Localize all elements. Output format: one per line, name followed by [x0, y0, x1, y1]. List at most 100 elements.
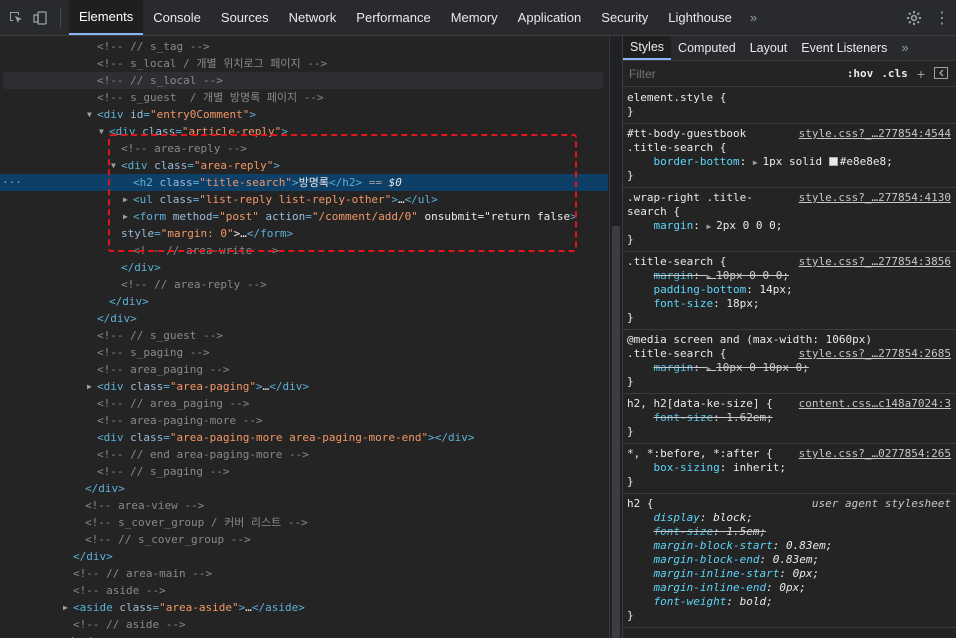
kebab-menu-icon[interactable]: ⋮ [928, 8, 956, 27]
tab-lighthouse[interactable]: Lighthouse [658, 0, 742, 35]
collapsed-triangle-icon[interactable]: ▶ [63, 599, 73, 616]
dom-comment-node[interactable]: <!-- // area-reply --> [0, 276, 608, 293]
dom-element-node[interactable]: </div> [0, 310, 608, 327]
tab-security[interactable]: Security [591, 0, 658, 35]
dom-comment-node[interactable]: <!-- area-reply --> [0, 140, 608, 157]
tab-console[interactable]: Console [143, 0, 211, 35]
dom-comment-node[interactable]: <!-- // s_local --> [3, 72, 603, 89]
rule-selector[interactable]: *, *:before, *:after { [627, 447, 773, 461]
dom-element-node[interactable]: ▼ <div class="area-reply"> [0, 157, 608, 174]
dom-comment-node[interactable]: <!-- // s_tag --> [0, 38, 608, 55]
css-property[interactable]: margin-block-end: 0.83em; [627, 553, 820, 567]
hover-state-toggle[interactable]: :hov [847, 67, 874, 80]
rule-source-link[interactable]: style.css?_…277854:4544 [799, 127, 951, 141]
dom-element-node[interactable]: </main> [0, 633, 608, 638]
rule-selector[interactable]: .title-search { [627, 141, 726, 155]
tab-sources[interactable]: Sources [211, 0, 279, 35]
device-toolbar-icon[interactable] [28, 0, 52, 35]
expanded-triangle-icon[interactable]: ▼ [111, 157, 121, 174]
dom-comment-node[interactable]: <!-- // s_guest --> [0, 327, 608, 344]
dom-element-node[interactable]: <div class="area-paging-more area-paging… [0, 429, 608, 446]
css-property[interactable]: display: block; [627, 511, 753, 525]
dom-comment-node[interactable]: <!-- area_paging --> [0, 361, 608, 378]
rule-selector[interactable]: #tt-body-guestbook [627, 127, 746, 141]
dom-element-node[interactable]: ▶ <form method="post" action="/comment/ad… [0, 208, 608, 225]
dom-element-node[interactable]: ▼ <div class="article-reply"> [0, 123, 608, 140]
dom-comment-node[interactable]: <!-- // aside --> [0, 616, 608, 633]
dom-comment-node[interactable]: <!-- s_guest / 개별 방명록 페이지 --> [0, 89, 608, 106]
dom-comment-node[interactable]: <!-- s_cover_group / 커버 리스트 --> [0, 514, 608, 531]
tab-memory[interactable]: Memory [441, 0, 508, 35]
collapsed-triangle-icon[interactable]: ▶ [123, 208, 133, 225]
dom-element-node[interactable]: </div> [0, 480, 608, 497]
tab-network[interactable]: Network [279, 0, 347, 35]
expanded-triangle-icon[interactable]: ▼ [99, 123, 109, 140]
dom-element-node[interactable]: ▶ <div class="area-paging">…</div> [0, 378, 608, 395]
rule-source-link[interactable]: style.css?_…277854:3856 [799, 255, 951, 269]
rule-selector[interactable]: element.style { [627, 91, 726, 105]
dom-element-node[interactable]: ··· <h2 class="title-search">방명록</h2> == … [0, 174, 608, 191]
tab-performance[interactable]: Performance [346, 0, 440, 35]
css-property[interactable]: margin-inline-start: 0px; [627, 567, 820, 581]
subtab-styles[interactable]: Styles [623, 36, 672, 60]
add-rule-icon[interactable]: + [917, 66, 925, 82]
dom-element-node[interactable]: ▼ <div id="entry0Comment"> [0, 106, 608, 123]
rule-selector[interactable]: .wrap-right .title- [627, 191, 753, 205]
css-property[interactable]: padding-bottom: 14px; [627, 283, 793, 297]
subtab-computed[interactable]: Computed [671, 36, 743, 60]
dom-element-node[interactable]: ▶ <aside class="area-aside">…</aside> [0, 599, 608, 616]
dom-element-node[interactable]: ▶ <ul class="list-reply list-reply-other"… [0, 191, 608, 208]
css-property[interactable]: border-bottom: ▶ 1px solid #e8e8e8; [627, 155, 893, 169]
dom-comment-node[interactable]: <!-- area-view --> [0, 497, 608, 514]
collapsed-triangle-icon[interactable]: ▶ [123, 191, 133, 208]
css-property[interactable]: font-size: 1.5em; [627, 525, 767, 539]
styles-filter-input[interactable] [629, 66, 839, 81]
rule-selector[interactable]: search { [627, 205, 680, 219]
dom-comment-node[interactable]: <!-- // area-write --> [0, 242, 608, 259]
dom-element-node[interactable]: </div> [0, 259, 608, 276]
rule-selector[interactable]: .title-search { [627, 255, 726, 269]
rule-selector[interactable]: h2 { [627, 497, 654, 511]
dom-comment-node[interactable]: <!-- // s_cover_group --> [0, 531, 608, 548]
dom-comment-node[interactable]: <!-- s_paging --> [0, 344, 608, 361]
tab-application[interactable]: Application [508, 0, 592, 35]
dom-comment-node[interactable]: <!-- // s_paging --> [0, 463, 608, 480]
node-actions-icon[interactable]: ··· [2, 174, 22, 191]
css-property[interactable]: margin: ▶ 2px 0 0 0; [627, 219, 783, 233]
dom-comment-node[interactable]: <!-- s_local / 개별 위치로그 페이지 --> [0, 55, 608, 72]
rule-source-link[interactable]: style.css?_…277854:2685 [799, 347, 951, 361]
css-property[interactable]: font-size: 1.62em; [627, 411, 773, 425]
subtab-event-listeners[interactable]: Event Listeners [794, 36, 894, 60]
collapsed-triangle-icon[interactable]: ▶ [87, 378, 97, 395]
rule-source-link[interactable]: style.css?_…277854:4130 [799, 191, 951, 205]
subtab-layout[interactable]: Layout [743, 36, 795, 60]
css-property[interactable]: margin: ▶ 10px 0 0 0; [627, 269, 790, 283]
rule-selector[interactable]: @media screen and (max-width: 1060px) [627, 333, 872, 347]
class-toggle[interactable]: .cls [881, 67, 908, 80]
css-property[interactable]: font-weight: bold; [627, 595, 773, 609]
more-tabs-button[interactable]: » [742, 0, 765, 35]
dom-element-node[interactable]: </div> [0, 548, 608, 565]
scrollbar-thumb[interactable] [612, 226, 620, 638]
css-property[interactable]: margin: ▶ 10px 0 10px 0; [627, 361, 809, 375]
elements-scrollbar[interactable] [609, 36, 621, 638]
more-subtabs-button[interactable]: » [894, 36, 915, 60]
css-property[interactable]: box-sizing: inherit; [627, 461, 786, 475]
dom-element-node[interactable]: style="margin: 0">…</form> [0, 225, 608, 242]
dom-comment-node[interactable]: <!-- // end area-paging-more --> [0, 446, 608, 463]
css-property[interactable]: font-size: 18px; [627, 297, 760, 311]
css-property[interactable]: margin-inline-end: 0px; [627, 581, 806, 595]
dom-comment-node[interactable]: <!-- area-paging-more --> [0, 412, 608, 429]
rule-selector[interactable]: .title-search { [627, 347, 726, 361]
inspect-element-icon[interactable] [4, 0, 28, 35]
css-property[interactable]: margin-block-start: 0.83em; [627, 539, 833, 553]
dom-comment-node[interactable]: <!-- aside --> [0, 582, 608, 599]
rule-selector[interactable]: h2, h2[data-ke-size] { [627, 397, 773, 411]
toggle-sidebar-icon[interactable] [934, 66, 948, 82]
dom-comment-node[interactable]: <!-- // area_paging --> [0, 395, 608, 412]
dom-element-node[interactable]: </div> [0, 293, 608, 310]
rule-source-link[interactable]: content.css…c148a7024:3 [799, 397, 951, 411]
tab-elements[interactable]: Elements [69, 0, 144, 35]
expanded-triangle-icon[interactable]: ▼ [87, 106, 97, 123]
gear-icon[interactable] [900, 10, 928, 26]
